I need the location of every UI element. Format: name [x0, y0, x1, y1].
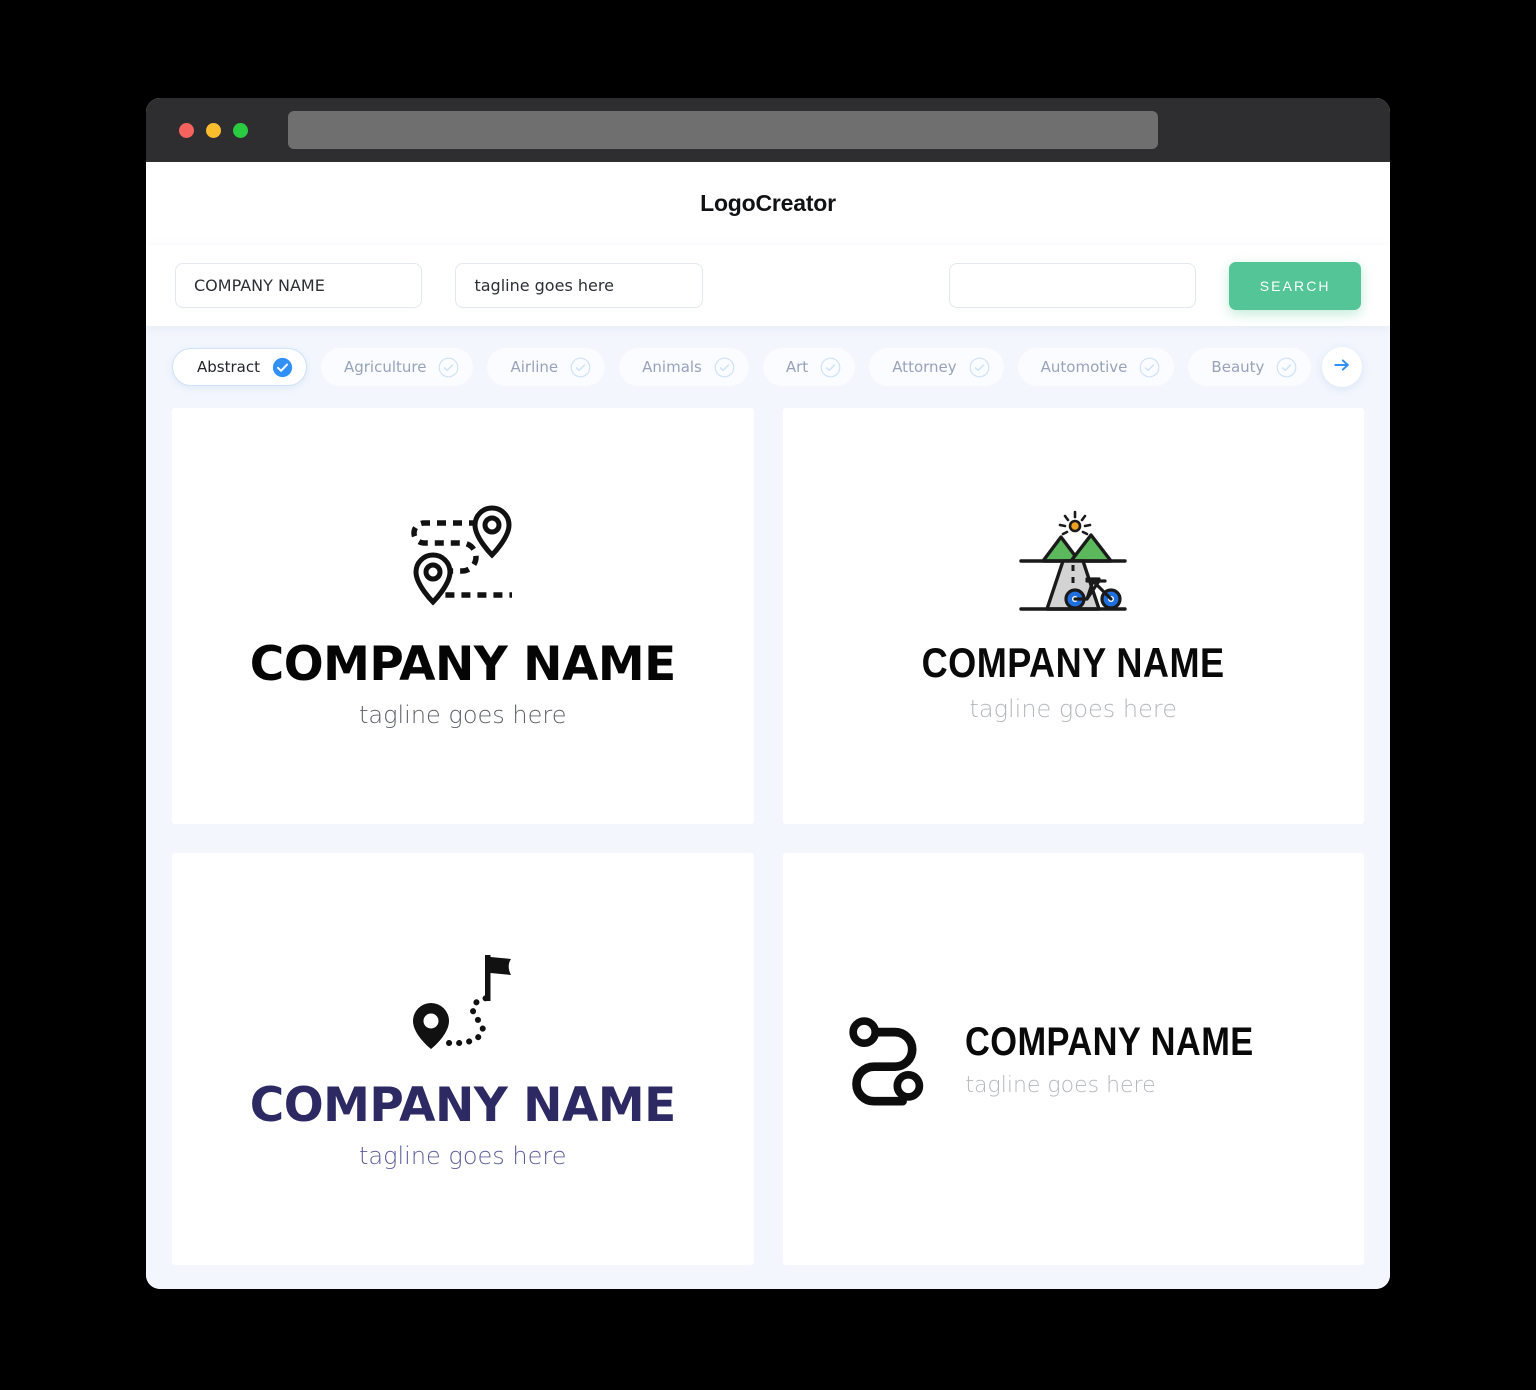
s-route-nodes-icon	[845, 1011, 941, 1107]
categories-next-button[interactable]	[1322, 347, 1362, 387]
category-chip-label: Attorney	[892, 358, 957, 376]
category-chip-abstract[interactable]: Abstract	[172, 348, 307, 386]
mountain-road-bicycle-icon	[1013, 509, 1133, 617]
app-header: LogoCreator	[146, 162, 1390, 245]
check-circle-filled-icon	[272, 357, 293, 378]
category-filter-bar: Abstract Agriculture Airline Animals Art…	[146, 326, 1390, 408]
category-chip-label: Automotive	[1040, 358, 1128, 376]
check-circle-outline-icon	[570, 357, 591, 378]
category-chip-label: Beauty	[1211, 358, 1265, 376]
keyword-input[interactable]	[948, 263, 1197, 308]
company-name-input[interactable]: COMPANY NAME	[175, 263, 423, 308]
category-chip-label: Art	[785, 358, 809, 376]
maximize-window-button[interactable]	[233, 122, 248, 138]
logo-company-name: COMPANY NAME	[921, 638, 1225, 686]
logo-company-name: COMPANY NAME	[965, 1019, 1255, 1064]
category-chip-automotive[interactable]: Automotive	[1017, 348, 1175, 386]
logo-preview: COMPANY NAME tagline goes here	[965, 1020, 1301, 1098]
search-button[interactable]: SEARCH	[1229, 261, 1362, 310]
logo-card[interactable]: COMPANY NAME tagline goes here	[172, 408, 754, 824]
logo-company-name: COMPANY NAME	[249, 636, 677, 692]
category-chip-label: Airline	[510, 358, 559, 376]
check-circle-outline-icon	[969, 357, 990, 378]
window-controls	[179, 122, 248, 138]
close-window-button[interactable]	[179, 122, 194, 138]
check-circle-outline-icon	[820, 357, 841, 378]
pin-path-flag-icon	[403, 947, 523, 1052]
arrow-right-icon	[1332, 355, 1352, 380]
logo-tagline: tagline goes here	[965, 1072, 1156, 1098]
logo-preview: COMPANY NAME tagline goes here	[250, 947, 676, 1170]
logo-company-name: COMPANY NAME	[249, 1078, 677, 1134]
logo-tagline: tagline goes here	[969, 694, 1177, 723]
route-two-pins-dashed-icon	[388, 503, 538, 613]
logo-tagline: tagline goes here	[358, 1142, 567, 1171]
url-bar[interactable]	[288, 111, 1158, 149]
check-circle-outline-icon	[714, 357, 735, 378]
category-chip-label: Animals	[642, 358, 702, 376]
logo-preview: COMPANY NAME tagline goes here	[897, 509, 1249, 723]
logo-card[interactable]: COMPANY NAME tagline goes here	[172, 852, 754, 1265]
search-toolbar: COMPANY NAME tagline goes here SEARCH	[146, 245, 1390, 326]
logo-results-grid: COMPANY NAME tagline goes here COMPANY N…	[146, 408, 1390, 1289]
minimize-window-button[interactable]	[206, 122, 221, 138]
logo-card[interactable]: COMPANY NAME tagline goes here	[782, 852, 1364, 1265]
logo-card[interactable]: COMPANY NAME tagline goes here	[782, 408, 1364, 824]
browser-window: LogoCreator COMPANY NAME tagline goes he…	[146, 98, 1390, 1289]
check-circle-outline-icon	[438, 357, 459, 378]
category-chip-label: Abstract	[197, 358, 260, 376]
check-circle-outline-icon	[1139, 357, 1160, 378]
brand-title: LogoCreator	[700, 190, 836, 216]
check-circle-outline-icon	[1276, 357, 1297, 378]
category-chip-beauty[interactable]: Beauty	[1188, 348, 1312, 386]
category-chip-art[interactable]: Art	[762, 348, 856, 386]
category-chip-airline[interactable]: Airline	[487, 348, 606, 386]
category-chip-agriculture[interactable]: Agriculture	[320, 348, 474, 386]
category-chip-label: Agriculture	[343, 358, 427, 376]
category-chip-attorney[interactable]: Attorney	[869, 348, 1004, 386]
logo-tagline: tagline goes here	[358, 700, 567, 729]
tagline-input[interactable]: tagline goes here	[455, 263, 703, 308]
category-chip-animals[interactable]: Animals	[619, 348, 749, 386]
screenshot-root: LogoCreator COMPANY NAME tagline goes he…	[0, 0, 1536, 1390]
logo-preview: COMPANY NAME tagline goes here	[250, 503, 676, 729]
browser-titlebar	[146, 98, 1390, 162]
